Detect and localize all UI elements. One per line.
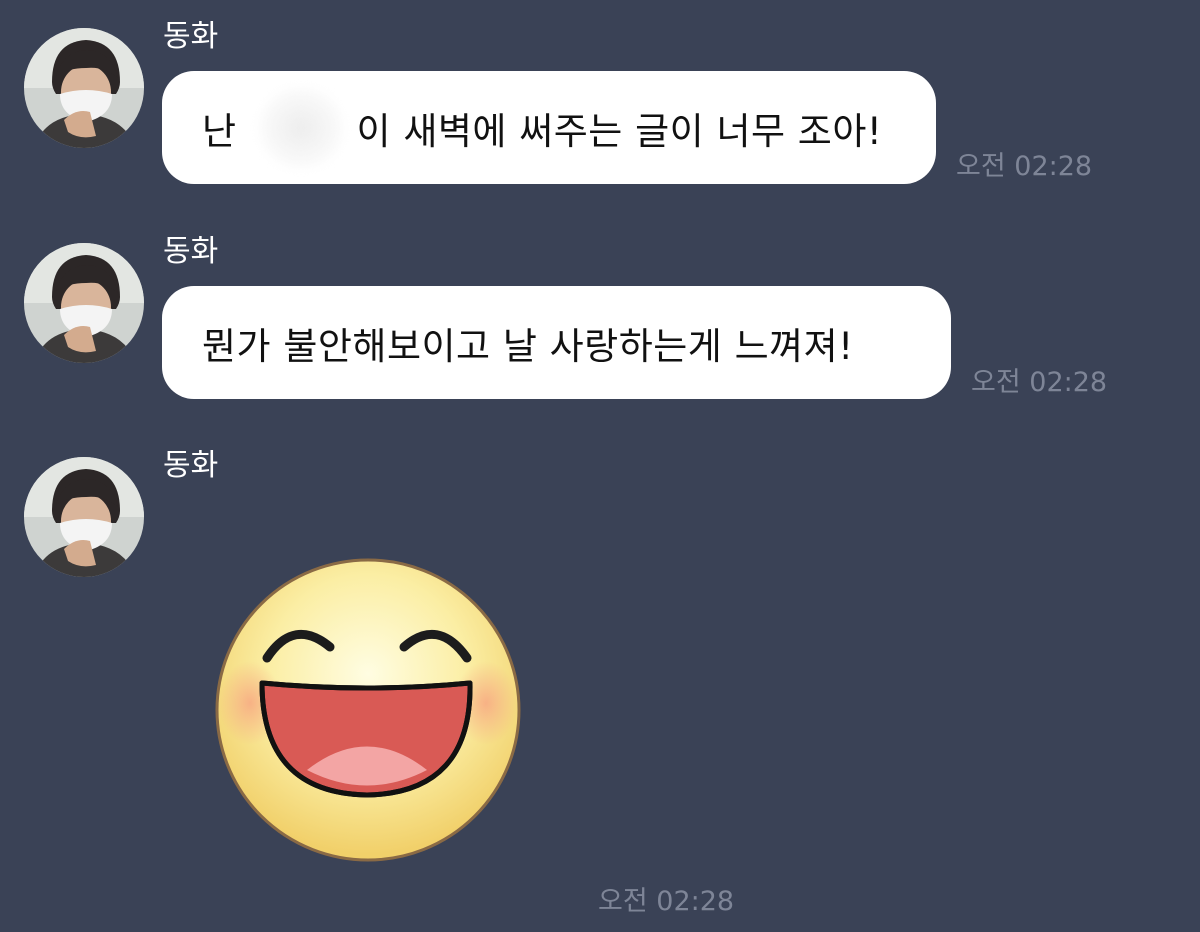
- message-timestamp: 오전 02:28: [598, 886, 735, 917]
- message-text: 뭔가 불안해보이고 날 사랑하는게 느껴져!: [202, 324, 854, 368]
- sender-avatar[interactable]: [24, 28, 144, 148]
- profile-photo-icon: [24, 28, 144, 148]
- message-bubble[interactable]: 난 이 새벽에 써주는 글이 너무 조아!: [162, 71, 936, 184]
- message-text: 이 새벽에 써주는 글이 너무 조아!: [356, 109, 883, 153]
- message-timestamp: 오전 02:28: [971, 367, 1108, 398]
- sender-name: 동화: [163, 234, 219, 269]
- sender-name: 동화: [163, 448, 219, 483]
- sender-name: 동화: [163, 19, 219, 54]
- profile-photo-icon: [24, 243, 144, 363]
- laughing-face-emoticon[interactable]: [212, 555, 524, 865]
- message-bubble[interactable]: 뭔가 불안해보이고 날 사랑하는게 느껴져!: [162, 286, 951, 399]
- chat-area: 동화 난 이 새벽에 써주는 글이 너무 조아! 오전 02:28 동화 뭔가 불…: [0, 0, 1200, 932]
- redacted-mark: [256, 85, 345, 170]
- sender-avatar[interactable]: [24, 457, 144, 577]
- message-text: 난: [202, 109, 237, 153]
- sender-avatar[interactable]: [24, 243, 144, 363]
- laughing-face-icon: [215, 558, 521, 862]
- profile-photo-icon: [24, 457, 144, 577]
- message-timestamp: 오전 02:28: [956, 151, 1093, 182]
